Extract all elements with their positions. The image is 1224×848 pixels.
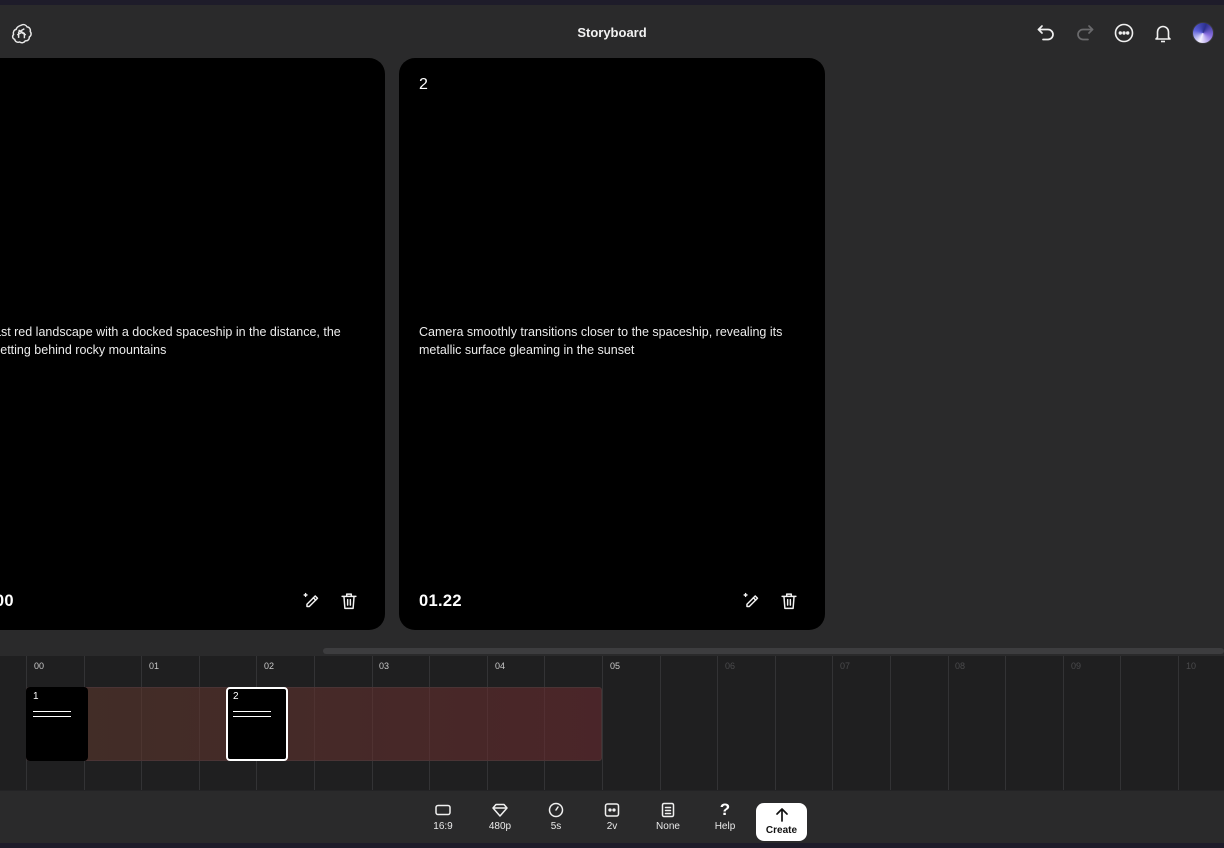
top-bar: Storyboard [0, 5, 1224, 57]
create-button[interactable]: Create [756, 803, 807, 841]
scene-timestamp: 01.22 [419, 592, 462, 610]
preset-button[interactable]: None [643, 798, 693, 838]
create-label: Create [765, 825, 798, 836]
avatar[interactable] [1192, 22, 1214, 44]
bottom-toolbar: 16:9 480p 5s 2v None ? Help Create [0, 790, 1224, 843]
timeline-gridline [775, 656, 776, 790]
edit-scene-button[interactable] [741, 590, 763, 612]
timeline-gridline [832, 656, 833, 790]
timeline-gridline [1005, 656, 1006, 790]
clip-number: 2 [233, 691, 239, 702]
clock-icon [547, 801, 565, 819]
timeline-gridline [660, 656, 661, 790]
timeline-video-range[interactable] [26, 687, 602, 761]
resolution-button[interactable]: 480p [475, 798, 525, 838]
help-button[interactable]: ? Help [700, 798, 750, 838]
text-lines-icon [33, 711, 71, 717]
aspect-ratio-icon [434, 801, 452, 819]
redo-button[interactable] [1073, 21, 1097, 45]
timeline-tick: 08 [955, 661, 966, 671]
duration-button[interactable]: 5s [531, 798, 581, 838]
scene-card-1[interactable]: ast red landscape with a docked spaceshi… [0, 58, 385, 630]
timeline-gridline [717, 656, 718, 790]
variations-label: 2v [606, 821, 618, 832]
timeline-gridline [1120, 656, 1121, 790]
aspect-ratio-label: 16:9 [433, 821, 453, 832]
variations-icon [603, 801, 621, 819]
delete-scene-button[interactable] [778, 590, 800, 612]
storyboard-app: Storyboard ast red landscape with a dock… [0, 5, 1224, 843]
scene-number: 2 [419, 76, 428, 93]
timeline-gridline [948, 656, 949, 790]
notifications-button[interactable] [1151, 21, 1175, 45]
question-mark-icon: ? [719, 800, 731, 819]
more-options-button[interactable] [1112, 21, 1136, 45]
trash-icon [341, 593, 357, 610]
timeline-tick: 00 [34, 661, 45, 671]
help-label: Help [714, 821, 736, 832]
timeline[interactable]: 00 01 02 03 04 05 06 07 08 09 10 1 2 [0, 656, 1224, 790]
timeline-clip-2[interactable]: 2 [226, 687, 288, 761]
timeline-tick: 05 [610, 661, 621, 671]
timeline-gridline [890, 656, 891, 790]
variations-button[interactable]: 2v [587, 798, 637, 838]
undo-button[interactable] [1034, 21, 1058, 45]
magic-pencil-icon [743, 592, 759, 608]
timeline-tick: 06 [725, 661, 736, 671]
timeline-tick: 02 [264, 661, 275, 671]
redo-icon [1077, 25, 1094, 41]
more-icon [1114, 23, 1134, 43]
preset-label: None [656, 821, 680, 832]
diamond-icon [491, 801, 509, 819]
timeline-gridline [1063, 656, 1064, 790]
scene-timestamp: .00 [0, 592, 14, 610]
window-frame-bottom [0, 843, 1224, 848]
arrow-up-icon [774, 807, 790, 823]
aspect-ratio-button[interactable]: 16:9 [418, 798, 468, 838]
timeline-tick: 01 [149, 661, 160, 671]
scene-description[interactable]: Camera smoothly transitions closer to th… [419, 324, 804, 359]
scene-card-2[interactable]: 2 Camera smoothly transitions closer to … [399, 58, 825, 630]
resolution-label: 480p [488, 821, 512, 832]
timeline-gridline [1178, 656, 1179, 790]
timeline-gridline [602, 656, 603, 790]
timeline-tick: 09 [1071, 661, 1082, 671]
timeline-tick: 07 [840, 661, 851, 671]
timeline-tick: 03 [379, 661, 390, 671]
scene-description[interactable]: ast red landscape with a docked spaceshi… [0, 324, 364, 359]
bell-icon [1155, 25, 1171, 43]
trash-icon [781, 593, 797, 610]
timeline-tick: 10 [1186, 661, 1197, 671]
timeline-tick: 04 [495, 661, 506, 671]
delete-scene-button[interactable] [338, 590, 360, 612]
magic-pencil-icon [303, 592, 319, 608]
timeline-clip-1[interactable]: 1 [26, 687, 88, 761]
horizontal-scrollbar[interactable] [323, 648, 1224, 654]
duration-label: 5s [550, 821, 562, 832]
preset-icon [659, 801, 677, 819]
undo-icon [1037, 25, 1054, 41]
text-lines-icon [233, 711, 271, 717]
clip-number: 1 [33, 691, 39, 702]
edit-scene-button[interactable] [301, 590, 323, 612]
